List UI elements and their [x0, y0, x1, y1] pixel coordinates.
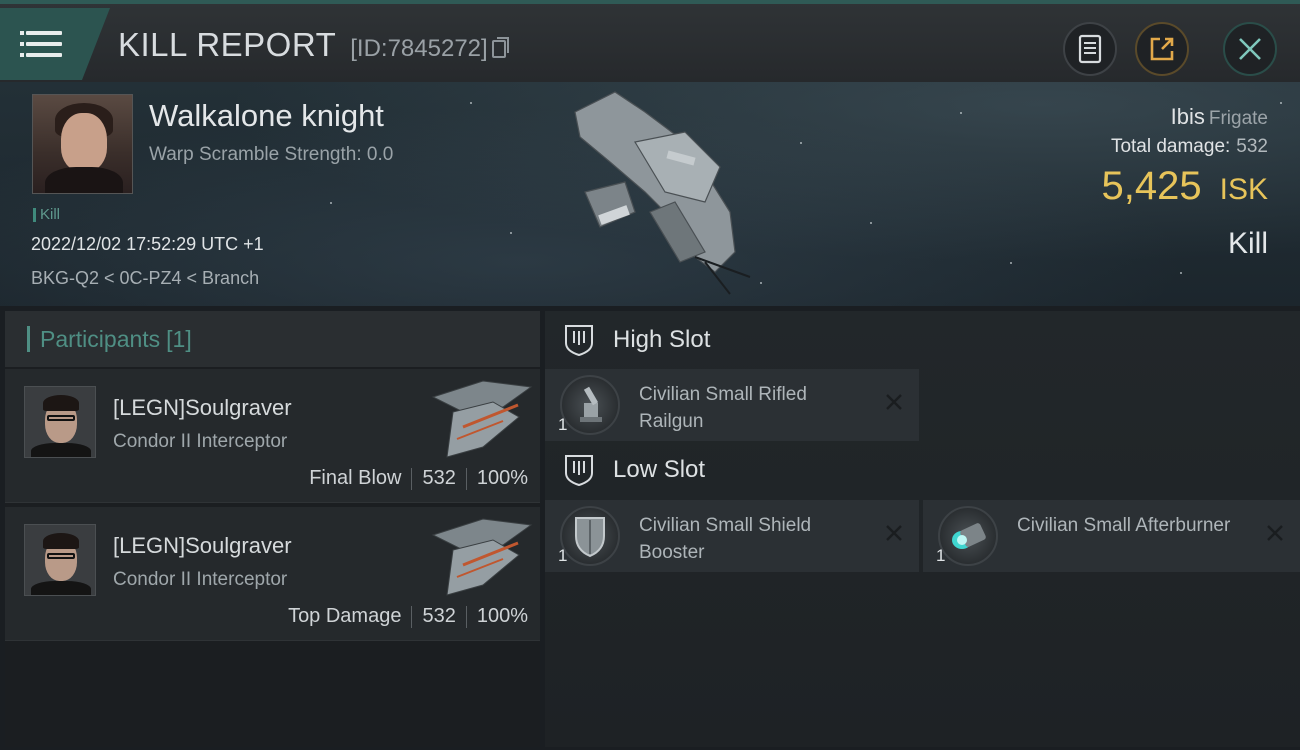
isk-unit: ISK	[1219, 173, 1268, 206]
participant-percent: 100%	[476, 605, 528, 627]
close-icon	[1239, 38, 1261, 60]
participants-header: Participants [1]	[5, 311, 540, 367]
module-name: Civilian Small Rifled Railgun	[639, 384, 807, 432]
low-slot-label: Low Slot	[613, 456, 706, 483]
destroyed-x-icon	[886, 394, 902, 410]
top-bar: KILL REPORT [ID:7845272]	[0, 0, 1300, 82]
report-doc-button[interactable]	[1063, 22, 1117, 76]
victim-ship-image	[574, 91, 751, 295]
close-button[interactable]	[1223, 22, 1277, 76]
report-id-text: [ID:7845272]	[350, 35, 488, 62]
share-icon	[1150, 37, 1174, 61]
shield-booster-icon	[560, 506, 620, 566]
participant-ship: Condor II Interceptor	[113, 431, 288, 452]
participant-ship-image	[431, 380, 533, 458]
menu-button[interactable]	[0, 8, 110, 80]
participant-damage: 532	[422, 467, 456, 489]
kill-location: BKG-Q2 < 0C-PZ4 < Branch	[31, 268, 260, 288]
share-button[interactable]	[1135, 22, 1189, 76]
participant-damage: 532	[422, 605, 456, 627]
module-quantity: 1	[558, 415, 568, 434]
victim-ship-name[interactable]: Ibis	[1171, 104, 1205, 129]
railgun-icon	[560, 375, 620, 435]
page-title: KILL REPORT	[118, 26, 337, 63]
low-slot-header: Low Slot	[563, 453, 705, 487]
afterburner-icon	[938, 506, 998, 566]
module-item[interactable]: 1 Civilian Small Shield Booster	[545, 500, 919, 572]
participant-portrait[interactable]	[24, 386, 96, 458]
isk-amount: 5,425	[1101, 164, 1202, 208]
participant-role: Top Damage	[288, 605, 402, 627]
participants-count: [1]	[166, 325, 192, 352]
high-slot-label: High Slot	[613, 326, 711, 353]
high-slot-icon	[565, 325, 593, 357]
participant-row[interactable]: [LEGN]Soulgraver Condor II Interceptor T…	[5, 507, 540, 641]
isk-value-line: 5,425 ISK	[1102, 164, 1268, 209]
kill-tag-label: Kill	[40, 206, 61, 223]
kill-timestamp: 2022/12/02 17:52:29 UTC +1	[31, 234, 264, 254]
participant-row[interactable]: [LEGN]Soulgraver Condor II Interceptor F…	[5, 369, 540, 503]
participant-role: Final Blow	[309, 467, 402, 489]
participant-percent: 100%	[476, 467, 528, 489]
low-slot-icon	[565, 455, 593, 487]
report-id: [ID:7845272]	[350, 35, 509, 63]
participant-name: [LEGN]Soulgraver	[113, 395, 292, 420]
copy-icon[interactable]	[491, 37, 509, 58]
victim-ship-class: Frigate	[1208, 108, 1268, 129]
victim-name[interactable]: Walkalone knight	[149, 98, 384, 134]
participant-stats: Top Damage 532 100%	[288, 605, 528, 628]
total-damage-line: Total damage: 532	[1102, 136, 1268, 158]
victim-portrait[interactable]	[32, 94, 133, 194]
participant-portrait[interactable]	[24, 524, 96, 596]
module-item[interactable]: 1 Civilian Small Rifled Railgun	[545, 369, 919, 441]
victim-summary: Walkalone knight Warp Scramble Strength:…	[0, 82, 1300, 306]
module-name: Civilian Small Afterburner	[1017, 515, 1231, 536]
document-icon	[1078, 34, 1102, 64]
summary-block: Ibis Frigate Total damage: 532 5,425 ISK Ki…	[1102, 104, 1268, 261]
victim-ship-line: Ibis Frigate	[1102, 104, 1268, 130]
participant-ship: Condor II Interceptor	[113, 569, 288, 590]
participant-stats: Final Blow 532 100%	[309, 467, 528, 490]
high-slot-header: High Slot	[563, 323, 710, 357]
report-result: Kill	[1227, 227, 1268, 260]
hamburger-icon	[20, 31, 62, 57]
module-quantity: 1	[558, 546, 568, 565]
participant-name: [LEGN]Soulgraver	[113, 533, 292, 558]
module-name: Civilian Small Shield Booster	[639, 515, 812, 563]
participants-label: Participants	[40, 325, 161, 352]
total-damage-value: 532	[1236, 136, 1268, 157]
kill-tag: Kill	[33, 206, 60, 223]
total-damage-label: Total damage:	[1110, 136, 1231, 157]
warp-scramble-strength: Warp Scramble Strength: 0.0	[149, 144, 394, 165]
destroyed-x-icon	[886, 525, 902, 541]
module-quantity: 1	[936, 546, 946, 565]
fitting-panel: High Slot 1 Civilian Small Rifled Railgu…	[545, 311, 1300, 747]
participants-panel: Participants [1] [LEGN]Soulgraver Condor…	[5, 311, 540, 747]
participant-ship-image	[431, 518, 533, 596]
destroyed-x-icon	[1267, 525, 1283, 541]
module-item[interactable]: 1 Civilian Small Afterburner	[923, 500, 1300, 572]
title-area: KILL REPORT [ID:7845272]	[118, 26, 509, 64]
